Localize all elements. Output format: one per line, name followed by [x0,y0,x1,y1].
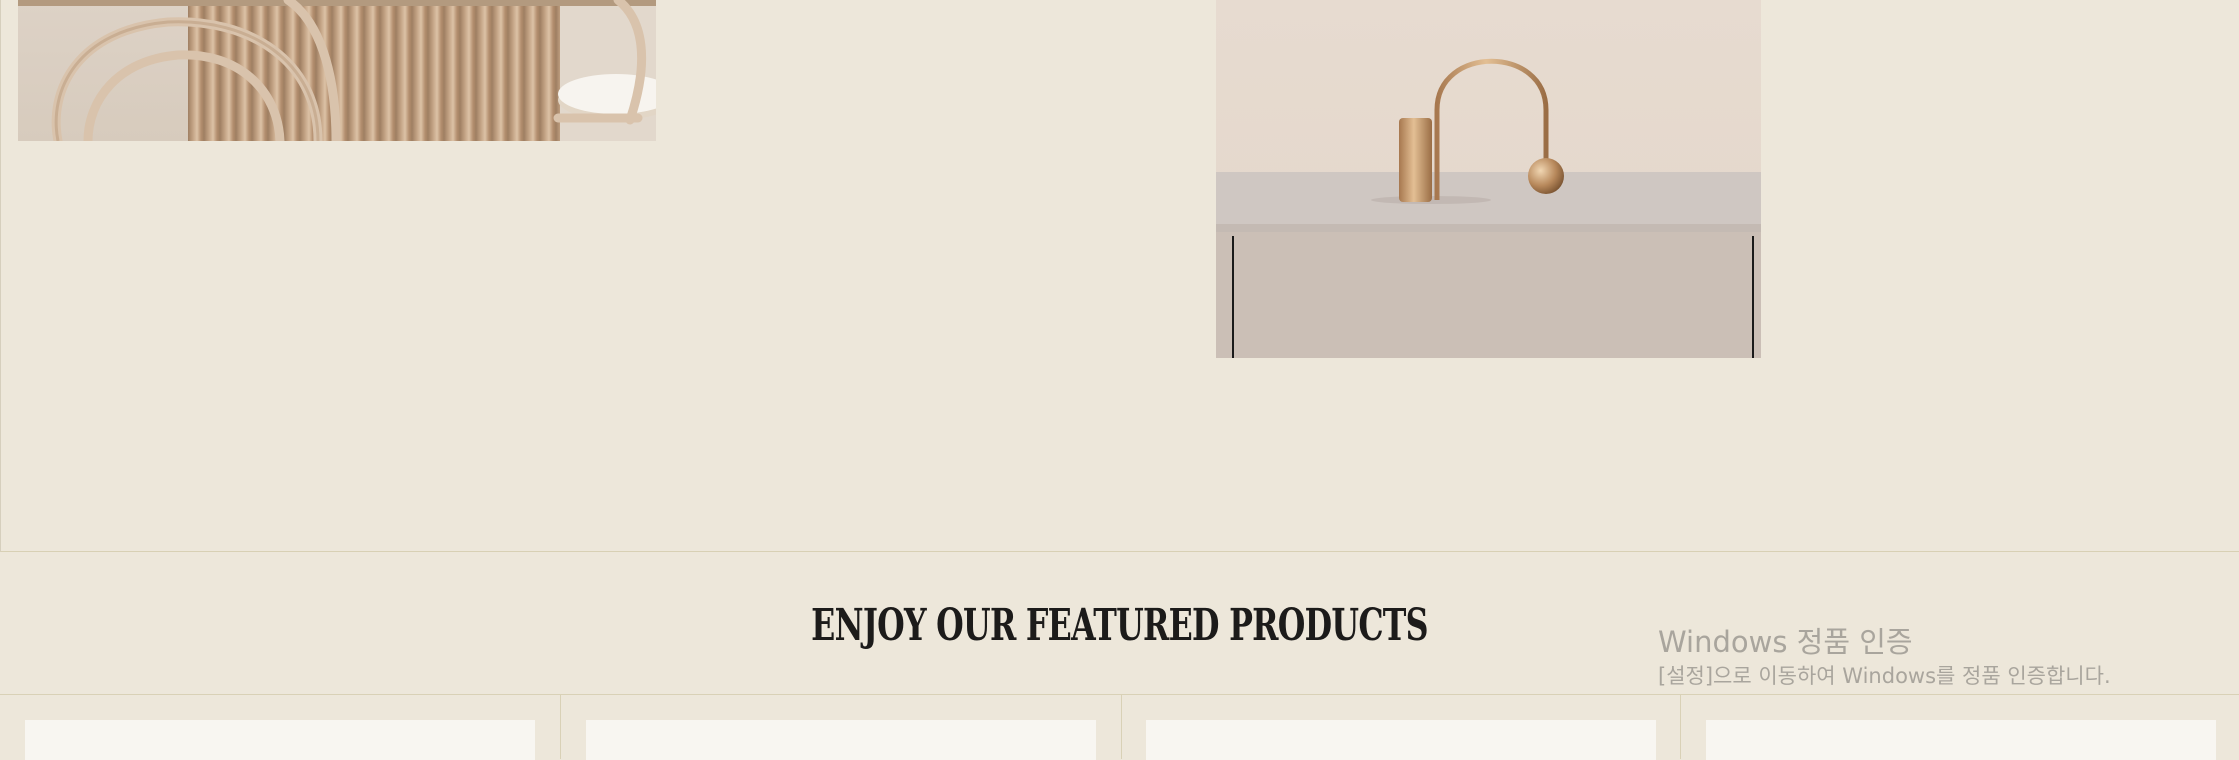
watermark-title: Windows 정품 인증 [1658,625,1913,659]
product-card[interactable] [586,720,1096,760]
product-column [561,695,1122,760]
bentwood-chair-frames [51,0,647,141]
product-column [1122,695,1681,760]
watermark-subtitle: [설정]으로 이동하여 Windows를 정품 인증합니다. [1658,664,2111,688]
product-column [0,695,561,760]
product-card[interactable] [1146,720,1656,760]
product-column [1681,695,2239,760]
windows-activation-watermark: Windows 정품 인증 [설정]으로 이동하여 Windows를 정품 인증… [1658,624,2111,692]
sideboard-sculpture-image[interactable] [1216,0,1761,358]
brass-sculpture [1371,58,1564,204]
hero-gallery-section [0,0,2239,552]
product-card[interactable] [25,720,535,760]
dining-chair-table-image[interactable] [18,0,656,141]
product-card[interactable] [1706,720,2216,760]
